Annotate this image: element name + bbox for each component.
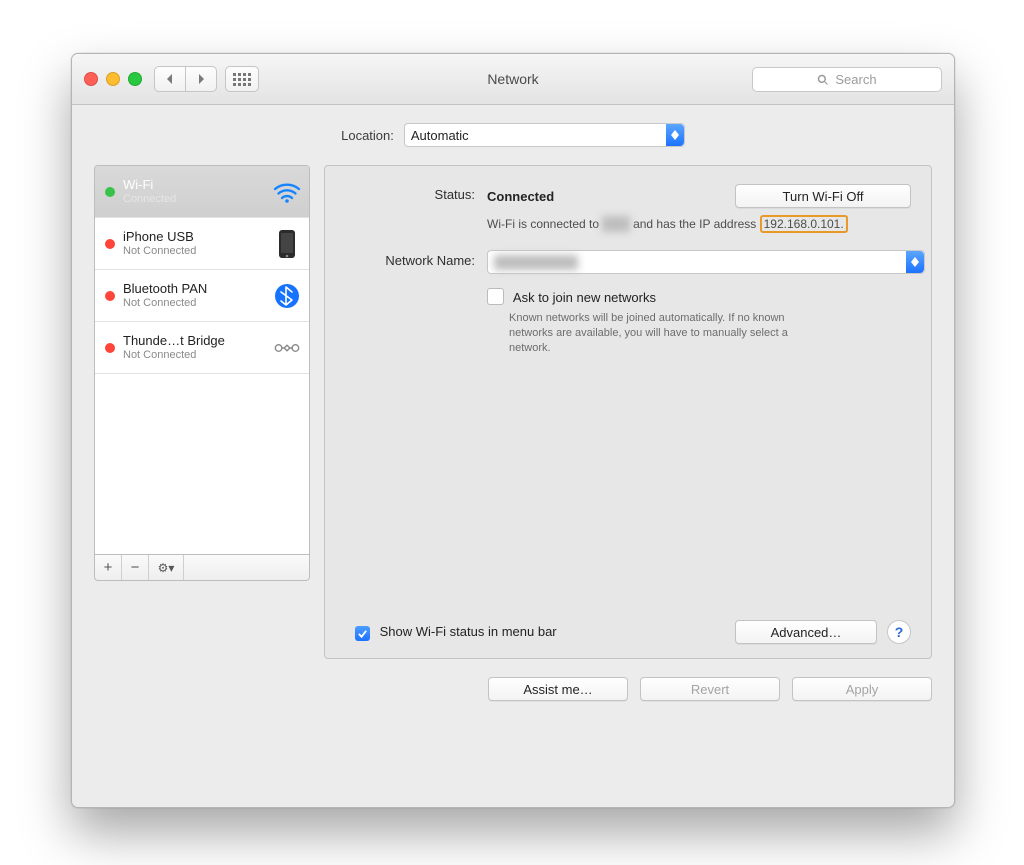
sidebar-footer: + − ⚙︎▾ xyxy=(94,554,310,581)
ip-address: 192.168.0.101. xyxy=(760,215,848,233)
status-label: Status: xyxy=(355,184,475,202)
location-row: Location: Automatic xyxy=(72,123,954,147)
wifi-icon xyxy=(273,178,301,206)
service-bluetooth-pan[interactable]: Bluetooth PAN Not Connected xyxy=(95,270,309,322)
show-all-button[interactable] xyxy=(225,66,259,92)
remove-service-button[interactable]: − xyxy=(122,555,149,580)
status-dot-disconnected-icon xyxy=(105,343,115,353)
titlebar: Network Search xyxy=(72,54,954,105)
grid-icon xyxy=(233,73,251,86)
network-name-label: Network Name: xyxy=(355,250,475,268)
search-field[interactable]: Search xyxy=(752,67,942,92)
service-name: iPhone USB xyxy=(123,230,196,245)
popup-stepper-icon xyxy=(666,124,684,146)
search-placeholder: Search xyxy=(835,72,876,87)
location-value: Automatic xyxy=(411,128,469,143)
status-value: Connected xyxy=(487,189,554,204)
network-name-value-blurred xyxy=(494,255,578,270)
service-iphone-usb[interactable]: iPhone USB Not Connected xyxy=(95,218,309,270)
network-name-popup[interactable] xyxy=(487,250,925,274)
service-status: Not Connected xyxy=(123,349,225,362)
service-name: Thunde…t Bridge xyxy=(123,334,225,349)
chevron-left-icon xyxy=(165,73,175,85)
turn-wifi-off-button[interactable]: Turn Wi-Fi Off xyxy=(735,184,911,208)
status-dot-connected-icon xyxy=(105,187,115,197)
popup-stepper-icon xyxy=(906,251,924,273)
service-status: Connected xyxy=(123,193,176,206)
assist-me-button[interactable]: Assist me… xyxy=(488,677,628,701)
ask-to-join-checkbox[interactable]: Ask to join new networks xyxy=(487,290,656,305)
network-ssid-blurred xyxy=(602,216,629,232)
location-label: Location: xyxy=(341,128,394,143)
services-sidebar: Wi-Fi Connected iPhone USB Not Connected xyxy=(94,165,310,659)
known-networks-help: Known networks will be joined automatica… xyxy=(509,311,809,356)
window-controls xyxy=(84,72,142,86)
advanced-button[interactable]: Advanced… xyxy=(735,620,877,644)
minimize-window-button[interactable] xyxy=(106,72,120,86)
network-preferences-window: Network Search Location: Automatic Wi-Fi xyxy=(71,53,955,808)
thunderbolt-bridge-icon xyxy=(273,334,301,362)
back-button[interactable] xyxy=(154,66,186,92)
status-dot-disconnected-icon xyxy=(105,239,115,249)
revert-button[interactable]: Revert xyxy=(640,677,780,701)
forward-button[interactable] xyxy=(186,66,217,92)
iphone-icon xyxy=(273,230,301,258)
help-button[interactable]: ? xyxy=(887,620,911,644)
search-icon xyxy=(817,74,829,86)
apply-button[interactable]: Apply xyxy=(792,677,932,701)
close-window-button[interactable] xyxy=(84,72,98,86)
service-name: Wi-Fi xyxy=(123,178,176,193)
service-thunderbolt-bridge[interactable]: Thunde…t Bridge Not Connected xyxy=(95,322,309,374)
show-wifi-status-checkbox[interactable]: Show Wi-Fi status in menu bar xyxy=(355,624,557,641)
status-dot-disconnected-icon xyxy=(105,291,115,301)
service-name: Bluetooth PAN xyxy=(123,282,207,297)
service-status: Not Connected xyxy=(123,297,207,310)
help-icon: ? xyxy=(895,624,904,640)
gear-icon: ⚙︎▾ xyxy=(158,561,175,575)
nav-back-forward xyxy=(154,66,217,92)
location-popup[interactable]: Automatic xyxy=(404,123,685,147)
bluetooth-icon xyxy=(273,282,301,310)
connection-info: Wi-Fi is connected to and has the IP add… xyxy=(487,216,911,232)
zoom-window-button[interactable] xyxy=(128,72,142,86)
bottom-button-bar: Assist me… Revert Apply xyxy=(72,659,954,701)
checkbox-checked-icon xyxy=(355,626,370,641)
add-service-button[interactable]: + xyxy=(95,555,122,580)
service-actions-menu[interactable]: ⚙︎▾ xyxy=(149,555,184,580)
chevron-right-icon xyxy=(196,73,206,85)
plus-icon: + xyxy=(104,559,113,576)
checkbox-empty-icon xyxy=(487,288,504,305)
service-status: Not Connected xyxy=(123,245,196,258)
service-wifi[interactable]: Wi-Fi Connected xyxy=(95,166,309,218)
detail-panel: Status: Connected Turn Wi-Fi Off Wi-Fi i… xyxy=(324,165,932,659)
minus-icon: − xyxy=(131,559,140,576)
